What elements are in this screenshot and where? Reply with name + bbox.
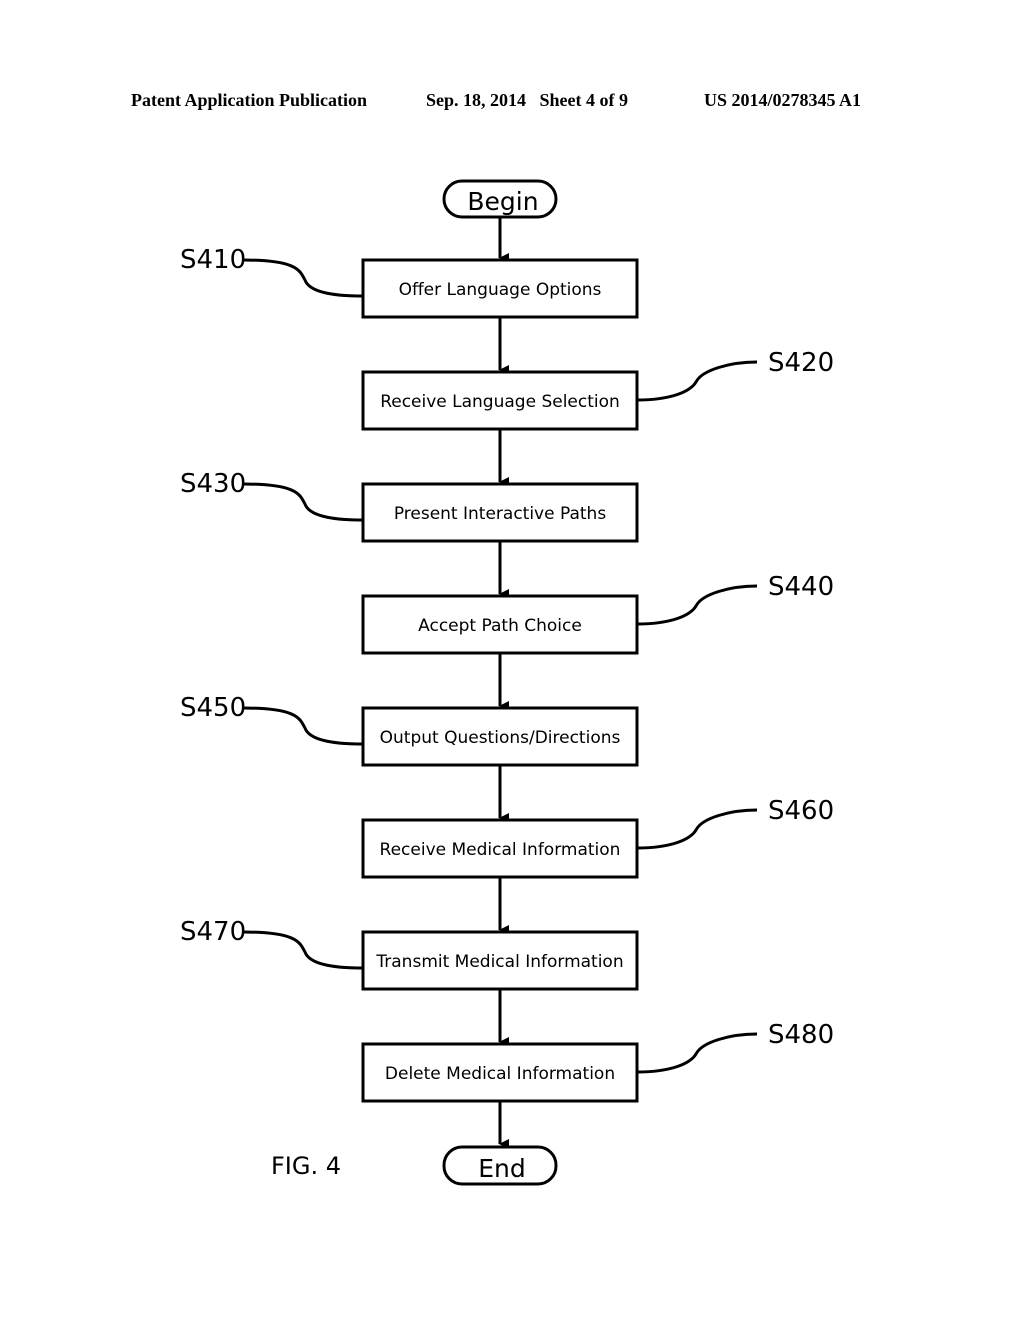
figure-label: FIG. 4 [271,1152,341,1180]
step-s420: Receive Language Selection S420 [361,348,834,431]
step-label: Present Interactive Paths [394,504,607,524]
step-s460: Receive Medical Information S460 [361,796,834,879]
step-label: Receive Language Selection [380,392,620,412]
end-terminal: End [442,1145,558,1186]
step-s410: Offer Language Options S410 [180,245,639,319]
step-ref-label: S450 [180,693,246,723]
step-ref-label: S470 [180,917,246,947]
step-label: Offer Language Options [399,280,602,300]
step-label: Transmit Medical Information [375,952,623,972]
step-ref-label: S410 [180,245,246,275]
step-s440: Accept Path Choice S440 [361,572,834,655]
ref-leader-line [636,1032,758,1074]
begin-label: Begin [467,187,538,216]
step-label: Delete Medical Information [385,1064,615,1084]
step-s450: Output Questions/Directions S450 [180,693,639,767]
flowchart: Begin Offer Language Options S410 Receive … [180,179,834,1186]
begin-terminal: Begin [442,179,558,219]
ref-leader-line [636,584,758,626]
step-ref-label: S480 [768,1020,834,1050]
end-label: End [478,1154,526,1183]
ref-leader-line [242,706,364,746]
step-s430: Present Interactive Paths S430 [180,469,639,543]
step-label: Receive Medical Information [380,840,621,860]
ref-leader-line [636,808,758,850]
ref-leader-line [636,360,758,402]
step-ref-label: S430 [180,469,246,499]
ref-leader-line [242,482,364,522]
step-s470: Transmit Medical Information S470 [180,917,639,991]
step-label: Output Questions/Directions [380,728,621,748]
step-ref-label: S440 [768,572,834,602]
ref-leader-line [242,930,364,970]
step-ref-label: S460 [768,796,834,826]
ref-leader-line [242,258,364,298]
step-ref-label: S420 [768,348,834,378]
step-label: Accept Path Choice [418,616,582,636]
step-s480: Delete Medical Information S480 [361,1020,834,1103]
